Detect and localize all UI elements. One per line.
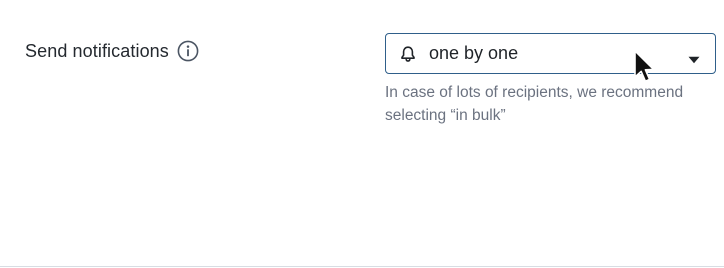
settings-panel: Send notifications one by one In case of…: [0, 0, 724, 268]
helper-text: In case of lots of recipients, we recomm…: [385, 84, 684, 124]
caret-down-icon[interactable]: [688, 51, 700, 64]
send-notifications-row: Send notifications: [25, 40, 199, 62]
send-notifications-label: Send notifications: [25, 40, 169, 61]
notification-mode-select[interactable]: one by one: [385, 33, 716, 74]
section-divider: [0, 266, 724, 267]
mouse-cursor-icon: [633, 50, 657, 86]
select-value: one by one: [429, 43, 519, 63]
info-icon[interactable]: [177, 40, 199, 62]
bell-icon: [399, 45, 417, 63]
